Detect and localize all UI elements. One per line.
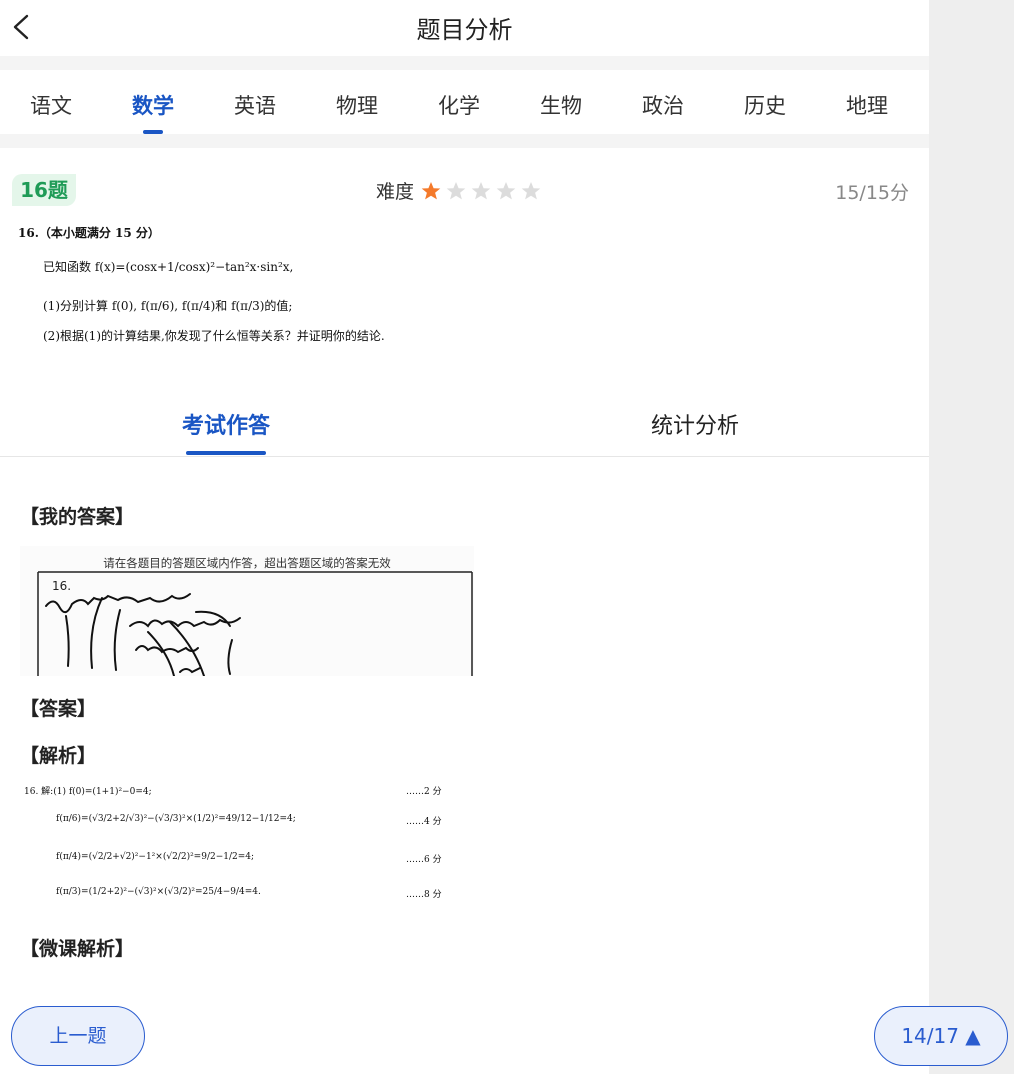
tab-exam-answer[interactable]: 考试作答 (182, 408, 270, 440)
analysis-line: 16. 解:(1) f(0)=(1+1)²−0=4; (24, 787, 152, 797)
difficulty-rating: 难度 (376, 177, 541, 204)
header: 题目分析 (0, 0, 929, 56)
tab-statistics[interactable]: 统计分析 (651, 408, 739, 440)
subject-tab-geography[interactable]: 地理 (816, 70, 918, 134)
main-panel: 题目分析 语文 数学 英语 物理 化学 生物 政治 历史 地理 16题 难度 1… (0, 0, 929, 1074)
subject-tab-chinese[interactable]: 语文 (0, 70, 102, 134)
answer-sheet-notice: 请在各题目的答题区域内作答，超出答题区域的答案无效 (103, 556, 391, 570)
page-title: 题目分析 (416, 16, 513, 44)
question-part-2: (2)根据(1)的计算结果,你发现了什么恒等关系？并证明你的结论. (43, 329, 385, 343)
analysis-points: ……2 分 (406, 787, 442, 797)
analysis-heading: 【解析】 (20, 745, 97, 767)
question-number-badge: 16题 (12, 174, 76, 206)
answer-tabs: 考试作答 统计分析 (0, 400, 929, 457)
handwritten-answer-sheet: 请在各题目的答题区域内作答，超出答题区域的答案无效 16. (20, 546, 474, 676)
difficulty-stars (416, 181, 541, 201)
question-score: 15/15分 (835, 182, 909, 204)
question-part-1: (1)分别计算 f(0), f(π/6), f(π/4)和 f(π/3)的值; (43, 299, 293, 313)
star-empty-icon (496, 181, 516, 199)
star-filled-icon (421, 181, 441, 199)
difficulty-label: 难度 (376, 181, 415, 203)
right-gutter (929, 0, 1014, 1074)
subject-tab-politics[interactable]: 政治 (612, 70, 714, 134)
subject-tab-history[interactable]: 历史 (714, 70, 816, 134)
student-answer-image[interactable]: 请在各题目的答题区域内作答，超出答题区域的答案无效 16. (20, 546, 474, 676)
previous-question-button[interactable]: 上一题 (11, 1006, 145, 1066)
micro-lesson-heading: 【微课解析】 (20, 938, 135, 960)
tab-active-indicator (186, 451, 266, 455)
subject-tab-english[interactable]: 英语 (204, 70, 306, 134)
my-answer-heading: 【我的答案】 (20, 506, 135, 528)
question-heading: 16.（本小题满分 15 分） (18, 226, 160, 240)
subject-tab-chemistry[interactable]: 化学 (408, 70, 510, 134)
analysis-content: 16. 解:(1) f(0)=(1+1)²−0=4; ……2 分 f(π/6)=… (24, 780, 454, 920)
analysis-line: f(π/4)=(√2/2+√2)²−1²×(√2/2)²=9/2−1/2=4; (56, 852, 255, 862)
analysis-points: ……4 分 (406, 817, 442, 827)
divider-band (0, 134, 929, 148)
question-function: 已知函数 f(x)=(cosx+1/cosx)²−tan²x·sin²x, (43, 260, 294, 274)
subject-tab-biology[interactable]: 生物 (510, 70, 612, 134)
analysis-points: ……6 分 (406, 855, 442, 865)
subject-tab-physics[interactable]: 物理 (306, 70, 408, 134)
star-empty-icon (471, 181, 491, 199)
star-empty-icon (521, 181, 541, 199)
subject-tab-math[interactable]: 数学 (102, 70, 204, 134)
analysis-points: ……8 分 (406, 890, 442, 900)
divider-band (0, 56, 929, 70)
answer-heading: 【答案】 (20, 698, 97, 720)
analysis-line: f(π/6)=(√3/2+2/√3)²−(√3/3)²×(1/2)²=49/12… (56, 814, 296, 824)
subject-tabs: 语文 数学 英语 物理 化学 生物 政治 历史 地理 (0, 70, 929, 134)
answer-sheet-number: 16. (52, 579, 71, 593)
page-indicator-button[interactable]: 14/17 ▲ (874, 1006, 1008, 1066)
analysis-line: f(π/3)=(1/2+2)²−(√3)²×(√3/2)²=25/4−9/4=4… (56, 887, 261, 897)
star-empty-icon (446, 181, 466, 199)
